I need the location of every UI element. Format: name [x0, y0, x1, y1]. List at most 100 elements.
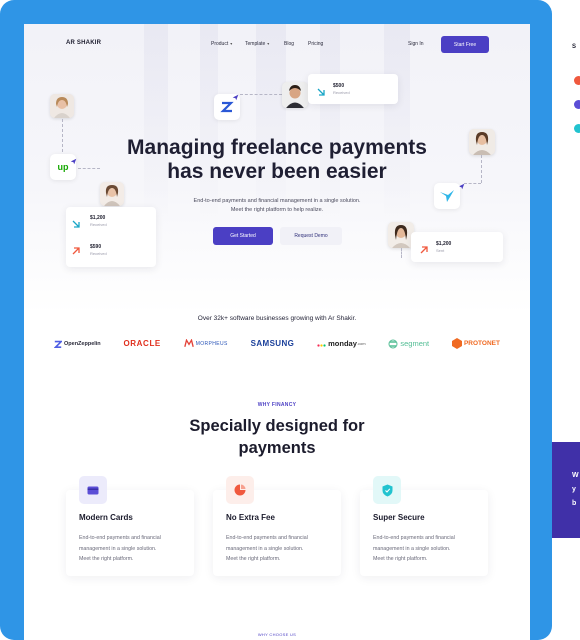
preview-dark-block: W y b [552, 442, 580, 538]
adjacent-page-preview: S W y b [552, 24, 580, 640]
brand-logo[interactable]: AR SHAKIR [66, 40, 101, 46]
shield-icon [382, 484, 392, 496]
logo-segment: segment [388, 339, 429, 349]
trusted-heading: Over 32k+ software businesses growing wi… [197, 315, 357, 322]
monday-icon [317, 343, 326, 347]
preview-dot [574, 100, 580, 109]
hero-stripe [144, 24, 168, 224]
next-section-eyebrow: WHY CHOOSE US [257, 632, 297, 637]
feature-text-line: End-to-end payments and financial [79, 535, 161, 541]
logo-suffix: .com [356, 341, 366, 346]
sent-label: Sent [436, 248, 445, 253]
hero-stripe [384, 24, 410, 224]
transaction-amount: $590 [90, 244, 102, 250]
connector-line [401, 248, 402, 258]
logo-text: MORPHEUS [195, 340, 228, 347]
feature-icon-tile [226, 476, 254, 504]
transaction-label: Received [90, 251, 107, 256]
hero-title: Managing freelance payments has never be… [24, 136, 530, 184]
preview-text: S [572, 44, 577, 50]
request-demo-button[interactable]: Request Demo [280, 227, 342, 245]
logo-morpheus: MORPHEUS [183, 339, 228, 348]
arrow-down-icon [316, 84, 326, 102]
logo-openzeppelin: OpenZeppelin [54, 340, 101, 348]
logo-protonet: PROTONET [451, 338, 500, 349]
hero-stripe [320, 24, 340, 224]
bird-icon [440, 190, 454, 202]
feature-title: Modern Cards [79, 513, 133, 522]
logo-samsung: SAMSUNG [251, 339, 295, 348]
avatar [282, 82, 308, 108]
credit-card-icon [87, 486, 99, 494]
received-label: Received [333, 90, 350, 95]
oracle-logo: ORACLE [123, 339, 161, 348]
sent-card: $1,200 Sent [411, 232, 503, 262]
samsung-logo: SAMSUNG [250, 339, 295, 348]
feature-card-modern-cards: Modern Cards End-to-end payments and fin… [66, 476, 194, 576]
feature-text: End-to-end payments and financial manage… [226, 533, 332, 565]
sent-amount: $1,200 [436, 241, 452, 247]
logo-text: OpenZeppelin [64, 340, 101, 347]
morpheus-icon [183, 339, 194, 347]
nav-template[interactable]: Template ▾ [245, 41, 269, 47]
received-amount: $500 [333, 83, 345, 89]
arrow-up-icon [71, 243, 81, 261]
nav-product-label: Product [211, 41, 229, 47]
hero-stripe [256, 24, 286, 224]
segment-icon [388, 339, 398, 348]
bird-tile [434, 183, 460, 209]
feature-text: End-to-end payments and financial manage… [79, 533, 185, 565]
section-eyebrow: WHY FINANCY [257, 402, 297, 408]
logo-text: segment [400, 339, 430, 348]
features-title-line: Specially designed for [189, 417, 365, 435]
get-started-button[interactable]: Get Started [213, 227, 273, 245]
transaction-amount: $1,200 [90, 215, 106, 221]
chevron-down-icon: ▾ [267, 41, 270, 46]
send-icon [232, 88, 239, 106]
nav-pricing[interactable]: Pricing [308, 41, 323, 47]
preview-text: W [572, 472, 579, 479]
partner-logos: OpenZeppelin ORACLE MORPHEUS SAMSUNG mon… [54, 338, 500, 349]
hero-subtitle: End-to-end payments and financial manage… [193, 198, 361, 213]
feature-text-line: Meet the right platform. [226, 556, 281, 562]
feature-icon-tile [373, 476, 401, 504]
nav-blog[interactable]: Blog [284, 41, 294, 47]
preview-text: b [572, 500, 577, 507]
logo-monday: monday .com [317, 339, 366, 348]
chevron-down-icon: ▾ [230, 41, 233, 46]
sign-in-link[interactable]: Sign In [408, 41, 424, 47]
openzeppelin-icon [54, 340, 62, 348]
feature-text-line: Meet the right platform. [373, 556, 428, 562]
feature-text: End-to-end payments and financial manage… [373, 533, 479, 565]
nav-product[interactable]: Product ▾ [211, 41, 232, 47]
pie-chart-icon [234, 484, 246, 496]
features-title: Specially designed for payments [24, 415, 530, 459]
feature-text-line: management in a single solution. [373, 545, 451, 552]
feature-text-line: End-to-end payments and financial [226, 535, 308, 541]
preview-text: y [572, 486, 576, 493]
nav-template-label: Template [245, 41, 266, 47]
feature-text-line: End-to-end payments and financial [373, 535, 455, 541]
feature-title: Super Secure [373, 513, 425, 522]
preview-dot [574, 76, 580, 85]
received-card: $500 Received [308, 74, 398, 104]
feature-text-line: management in a single solution. [79, 545, 157, 552]
start-free-button[interactable]: Start Free [441, 36, 489, 53]
avatar [100, 182, 124, 206]
logo-text: monday [328, 339, 357, 348]
connector-line [240, 94, 282, 95]
transaction-label: Received [90, 222, 107, 227]
landing-page: AR SHAKIR Product ▾ Template ▾ Blog Pricin… [24, 24, 530, 640]
transactions-card: $1,200 Received $590 Received [66, 207, 156, 267]
logo-oracle: ORACLE [123, 339, 160, 348]
hero-title-line: has never been easier [167, 160, 387, 183]
logo-text: PROTONET [463, 340, 500, 347]
arrow-down-icon [71, 216, 81, 234]
arrow-up-icon [419, 242, 429, 260]
preview-dot [574, 124, 580, 133]
hero-title-line: Managing freelance payments [127, 136, 427, 159]
feature-card-super-secure: Super Secure End-to-end payments and fin… [360, 476, 488, 576]
feature-title: No Extra Fee [226, 513, 275, 522]
avatar [50, 94, 74, 118]
feature-text-line: Meet the right platform. [79, 556, 134, 562]
